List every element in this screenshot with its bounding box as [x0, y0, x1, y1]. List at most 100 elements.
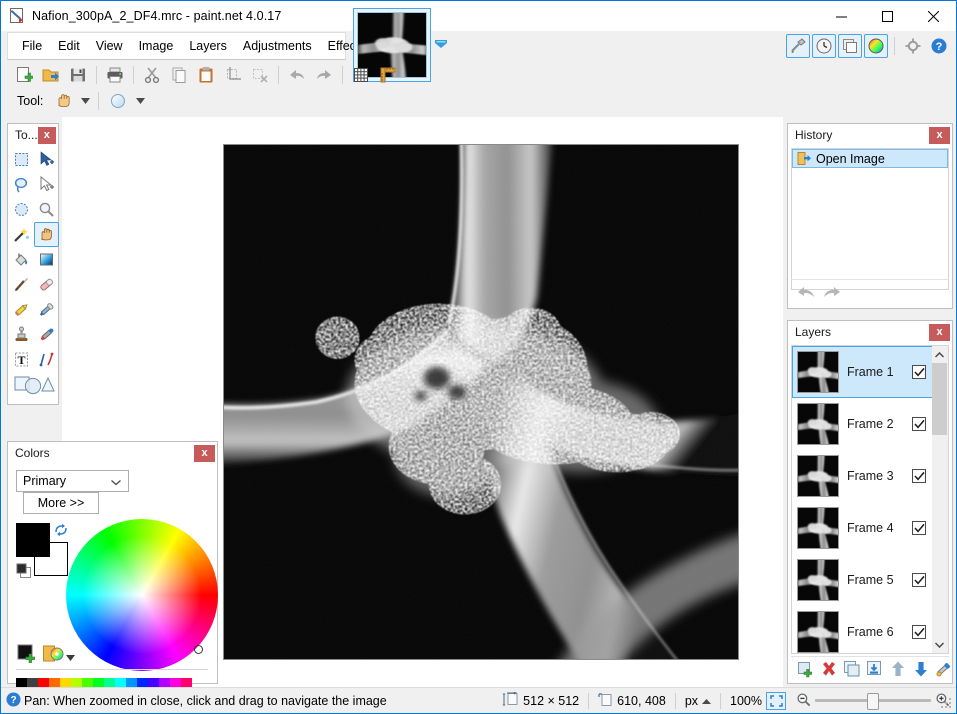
history-redo-button[interactable]: [822, 283, 841, 302]
magic-wand-tool[interactable]: [9, 222, 34, 247]
color-picker-tool[interactable]: [34, 297, 59, 322]
layers-panel-close-button[interactable]: x: [929, 323, 950, 341]
scrollbar-thumb[interactable]: [932, 363, 947, 435]
fit-to-window-button[interactable]: [766, 691, 786, 710]
rulers-button[interactable]: [375, 62, 401, 88]
color-wheel-cursor[interactable]: [194, 645, 203, 654]
resize-grip[interactable]: [941, 698, 953, 710]
antialiasing-icon[interactable]: [105, 88, 131, 114]
layer-row[interactable]: Frame 2: [792, 398, 933, 450]
gradient-tool[interactable]: [34, 247, 59, 272]
image-canvas[interactable]: [223, 144, 739, 660]
undo-button[interactable]: [284, 62, 310, 88]
merge-layer-down-button[interactable]: [866, 660, 884, 678]
recolor-tool[interactable]: [34, 322, 59, 347]
menu-image[interactable]: Image: [131, 35, 182, 57]
close-button[interactable]: [910, 1, 956, 31]
layer-row[interactable]: Frame 3: [792, 450, 933, 502]
add-new-layer-button[interactable]: [797, 660, 815, 678]
menu-edit[interactable]: Edit: [50, 35, 88, 57]
move-selected-tool[interactable]: [34, 147, 59, 172]
pan-tool[interactable]: [34, 222, 59, 247]
move-layer-up-button[interactable]: [889, 660, 907, 678]
layer-visibility-checkbox[interactable]: [912, 417, 926, 431]
layer-row[interactable]: Frame 5: [792, 554, 933, 606]
ellipse-select-tool[interactable]: [9, 197, 34, 222]
delete-layer-button[interactable]: [820, 660, 838, 678]
paint-bucket-tool[interactable]: [9, 247, 34, 272]
scroll-up-chevron-up-icon[interactable]: [932, 346, 947, 363]
history-window-button[interactable]: [812, 34, 836, 58]
colors-panel-close-button[interactable]: x: [194, 444, 215, 462]
print-button[interactable]: [102, 62, 128, 88]
reset-colors-icon[interactable]: [16, 563, 32, 579]
zoom-slider[interactable]: [815, 692, 931, 710]
layer-visibility-checkbox[interactable]: [912, 573, 926, 587]
scroll-down-chevron-down-icon[interactable]: [932, 636, 947, 653]
deselect-all-button[interactable]: [247, 62, 273, 88]
status-units[interactable]: px: [685, 694, 712, 708]
line-curve-tool[interactable]: [34, 347, 59, 372]
zoom-out-button[interactable]: [796, 692, 811, 710]
more-colors-button[interactable]: More >>: [23, 492, 99, 514]
swap-colors-icon[interactable]: [54, 523, 68, 537]
layer-visibility-checkbox[interactable]: [912, 521, 926, 535]
layer-row[interactable]: Frame 6: [792, 606, 933, 653]
layer-properties-button[interactable]: [935, 660, 953, 678]
history-item-open-image[interactable]: Open Image: [792, 149, 948, 168]
settings-button[interactable]: [901, 34, 925, 58]
primary-color-swatch[interactable]: [16, 523, 50, 557]
layer-row[interactable]: Frame 1: [792, 346, 933, 398]
history-panel-close-button[interactable]: x: [929, 126, 950, 144]
add-color-icon[interactable]: [17, 644, 37, 664]
layers-window-button[interactable]: [838, 34, 862, 58]
move-layer-down-button[interactable]: [912, 660, 930, 678]
help-button[interactable]: ?: [927, 34, 951, 58]
crop-to-selection-button[interactable]: [220, 62, 246, 88]
layer-visibility-checkbox[interactable]: [912, 365, 926, 379]
layers-scrollbar[interactable]: [932, 345, 949, 654]
brush-dropdown-chevron-down-icon[interactable]: [133, 92, 147, 110]
tools-window-button[interactable]: [786, 34, 810, 58]
copy-button[interactable]: [166, 62, 192, 88]
lasso-select-tool[interactable]: [9, 172, 34, 197]
zoom-slider-thumb[interactable]: [867, 692, 879, 710]
duplicate-layer-button[interactable]: [843, 660, 861, 678]
layer-row[interactable]: Frame 4: [792, 502, 933, 554]
units-chevron-up-icon[interactable]: [702, 694, 712, 708]
paste-button[interactable]: [193, 62, 219, 88]
menu-layers[interactable]: Layers: [181, 35, 235, 57]
move-selection-tool[interactable]: [34, 172, 59, 197]
cut-button[interactable]: [139, 62, 165, 88]
pencil-tool[interactable]: [9, 297, 34, 322]
open-image-button[interactable]: [38, 62, 64, 88]
minimize-button[interactable]: [818, 1, 864, 31]
rectangle-select-tool[interactable]: [9, 147, 34, 172]
palette-dropdown-chevron-down-icon[interactable]: [66, 650, 78, 661]
layer-visibility-checkbox[interactable]: [912, 469, 926, 483]
zoom-tool[interactable]: [34, 197, 59, 222]
layers-list[interactable]: Frame 1 Frame 2 Frame 3 Frame 4 Frame 5 …: [791, 345, 934, 654]
redo-button[interactable]: [311, 62, 337, 88]
history-list[interactable]: Open Image: [791, 148, 949, 290]
menu-adjustments[interactable]: Adjustments: [235, 35, 320, 57]
menu-file[interactable]: File: [14, 35, 50, 57]
color-channel-select[interactable]: Primary: [16, 470, 129, 492]
color-wheel[interactable]: [66, 519, 218, 671]
text-tool[interactable]: T: [9, 347, 34, 372]
active-tool-pan-hand-icon[interactable]: [50, 88, 76, 114]
palette-file-icon[interactable]: [43, 644, 65, 664]
eraser-tool[interactable]: [34, 272, 59, 297]
maximize-button[interactable]: [864, 1, 910, 31]
pixel-grid-button[interactable]: [348, 62, 374, 88]
layer-visibility-checkbox[interactable]: [912, 625, 926, 639]
history-undo-button[interactable]: [797, 283, 816, 302]
shapes-tool[interactable]: [9, 372, 59, 397]
tools-panel-close-button[interactable]: x: [37, 126, 56, 144]
colors-window-button[interactable]: [864, 34, 888, 58]
save-button[interactable]: [65, 62, 91, 88]
tool-dropdown-chevron-down-icon[interactable]: [78, 92, 92, 110]
image-list-chevron-down-icon[interactable]: [433, 37, 449, 51]
new-image-button[interactable]: [11, 62, 37, 88]
clone-stamp-tool[interactable]: [9, 322, 34, 347]
